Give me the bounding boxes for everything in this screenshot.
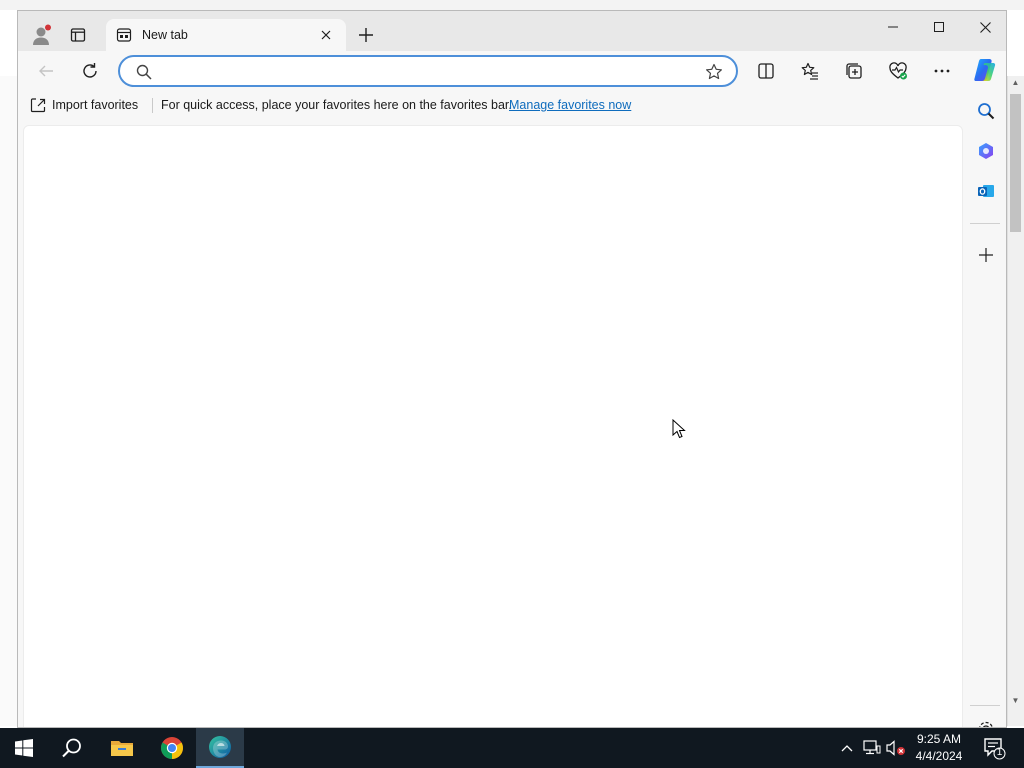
scroll-up-arrow-icon[interactable]: ▲	[1009, 78, 1022, 90]
minimize-icon	[888, 26, 898, 28]
refresh-icon	[83, 63, 97, 78]
sidebar-search-icon	[978, 103, 995, 120]
start-button[interactable]	[0, 728, 48, 768]
taskbar-clock[interactable]: 9:25 AM 4/4/2024	[908, 731, 970, 765]
close-window-button[interactable]	[962, 11, 1006, 43]
maximize-button[interactable]	[916, 11, 962, 43]
sidebar-settings-button[interactable]	[974, 717, 998, 727]
collections-icon	[846, 63, 862, 79]
scrollbar-thumb[interactable]	[1010, 94, 1021, 232]
sidebar-microsoft365-button[interactable]	[974, 139, 998, 163]
new-tab-page-icon	[116, 27, 132, 43]
favorites-bar-divider	[152, 98, 153, 113]
sidebar-search-button[interactable]	[974, 99, 998, 123]
minimize-button[interactable]	[870, 11, 916, 43]
windows-taskbar: 9:25 AM 4/4/2024 1	[0, 728, 1024, 768]
collections-button[interactable]	[840, 57, 868, 85]
microsoft365-copilot-icon	[979, 143, 993, 159]
search-icon	[136, 64, 152, 80]
mouse-pointer-icon	[672, 419, 686, 439]
refresh-button[interactable]	[76, 57, 104, 85]
tab-actions-icon	[70, 28, 86, 42]
edge-sidebar	[966, 91, 1006, 727]
profile-button[interactable]	[24, 19, 60, 51]
background-window-edge	[0, 76, 17, 726]
sidebar-divider	[970, 223, 1000, 224]
notification-center-button[interactable]: 1	[982, 736, 1006, 760]
tab-title: New tab	[142, 28, 188, 42]
scroll-down-arrow-icon[interactable]: ▼	[1009, 696, 1022, 708]
plus-icon	[359, 28, 373, 42]
network-icon[interactable]	[862, 738, 882, 758]
page-content[interactable]	[23, 125, 963, 727]
chrome-icon	[161, 737, 183, 759]
address-bar[interactable]	[118, 55, 738, 87]
edge-icon	[209, 736, 231, 758]
notification-count-badge: 1	[996, 747, 1003, 758]
copilot-icon	[974, 59, 996, 81]
search-icon	[62, 738, 81, 758]
close-tab-icon[interactable]	[318, 27, 334, 43]
heart-pulse-icon	[889, 62, 907, 80]
background-window-titlebar	[0, 0, 1024, 10]
sidebar-outlook-button[interactable]	[974, 179, 998, 203]
browser-toolbar	[18, 51, 1006, 91]
tab-actions-button[interactable]	[62, 19, 94, 51]
outlook-icon	[978, 185, 994, 197]
taskbar-chrome[interactable]	[148, 728, 196, 768]
sidebar-add-button[interactable]	[974, 243, 998, 267]
import-favorites-icon	[30, 98, 46, 113]
taskbar-file-explorer[interactable]	[98, 728, 146, 768]
maximize-icon	[934, 22, 944, 32]
gear-icon	[979, 721, 993, 727]
back-arrow-icon	[39, 65, 53, 77]
profile-avatar-icon	[33, 24, 51, 45]
taskbar-edge[interactable]	[196, 728, 244, 768]
split-screen-button[interactable]	[752, 57, 780, 85]
copilot-button[interactable]	[970, 55, 1000, 85]
plus-icon	[979, 248, 993, 262]
favorites-bar: Import favorites For quick access, place…	[18, 91, 968, 119]
show-hidden-icons-chevron-icon[interactable]	[838, 738, 856, 758]
favorites-list-star-icon	[801, 62, 818, 80]
taskbar-search-button[interactable]	[48, 728, 96, 768]
browser-essentials-button[interactable]	[884, 57, 912, 85]
tab-strip: New tab	[18, 11, 1006, 51]
settings-and-more-button[interactable]	[928, 57, 956, 85]
clock-time: 9:25 AM	[916, 732, 962, 746]
address-input[interactable]	[160, 62, 684, 84]
split-screen-icon	[758, 63, 774, 79]
volume-muted-icon[interactable]	[886, 738, 906, 758]
favorites-button[interactable]	[796, 57, 824, 85]
import-favorites-button[interactable]: Import favorites	[30, 95, 138, 115]
more-ellipsis-icon	[934, 69, 950, 73]
back-button[interactable]	[32, 57, 60, 85]
import-favorites-label: Import favorites	[52, 98, 139, 112]
file-explorer-icon	[111, 741, 133, 756]
new-tab-button[interactable]	[354, 23, 378, 47]
tab-new-tab[interactable]: New tab	[106, 19, 346, 51]
manage-favorites-link[interactable]: Manage favorites now	[509, 98, 631, 112]
add-favorite-star-icon[interactable]	[704, 62, 724, 82]
favorites-bar-message: For quick access, place your favorites h…	[161, 98, 512, 112]
close-icon	[979, 21, 991, 33]
clock-date: 4/4/2024	[915, 749, 963, 763]
edge-browser-window: New tab Import favorites For quick acces…	[17, 10, 1007, 728]
windows-start-icon	[15, 739, 33, 757]
sidebar-divider	[970, 705, 1000, 706]
